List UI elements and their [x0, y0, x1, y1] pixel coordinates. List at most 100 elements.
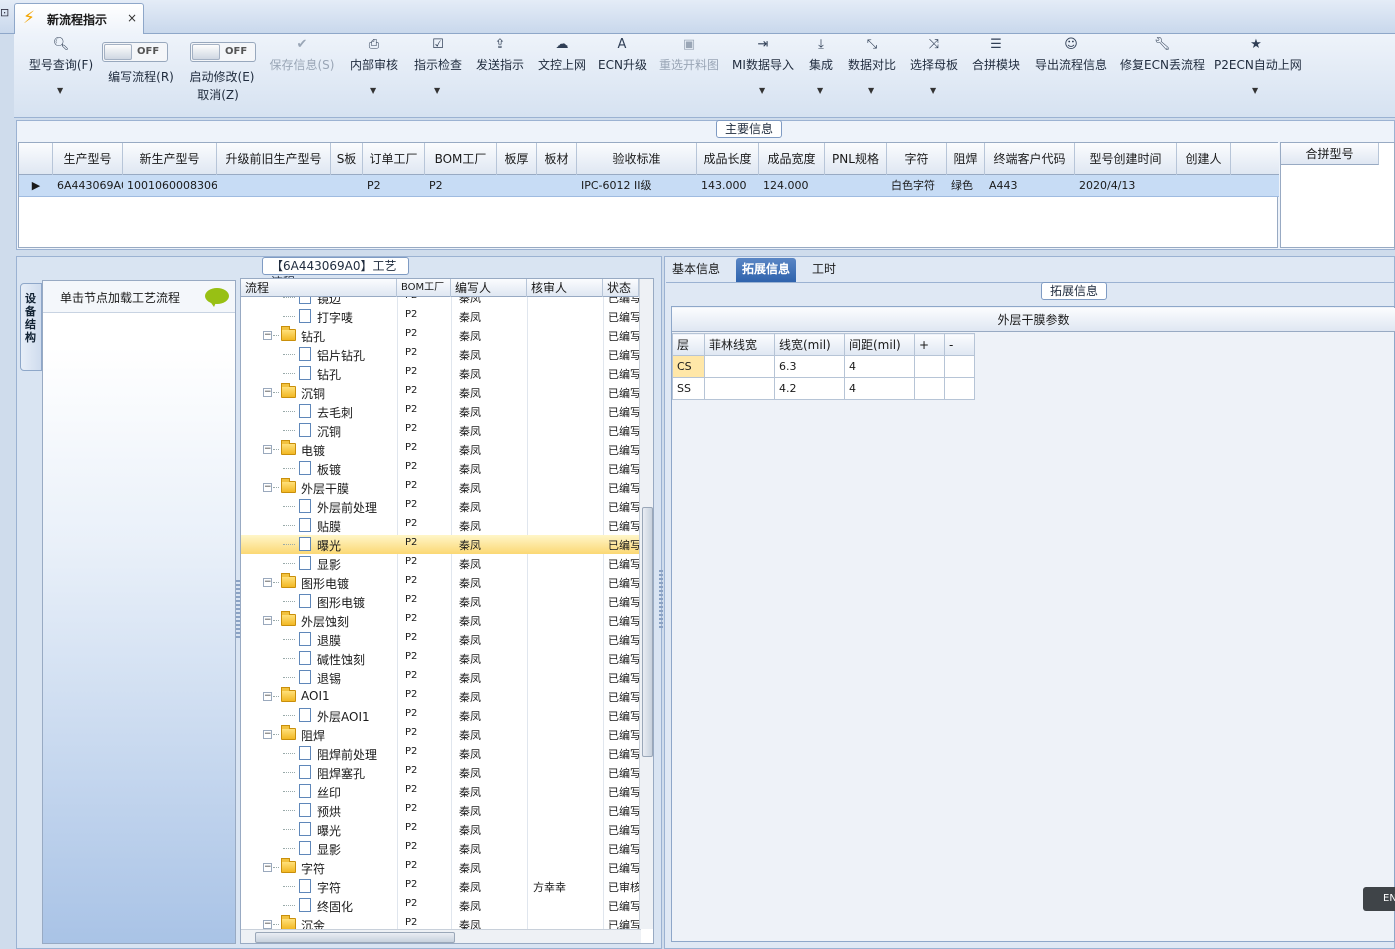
tab-new-flow[interactable]: ⚡ 新流程指示 × — [14, 3, 144, 34]
chevron-down-icon[interactable]: ▼ — [868, 86, 874, 95]
write-flow-label[interactable]: 编写流程(R) — [96, 68, 186, 88]
column-header[interactable]: PNL规格 — [825, 143, 887, 175]
collapse-icon[interactable]: − — [263, 730, 272, 739]
integrate-button[interactable]: ⤓ 集成 ▼ — [804, 34, 838, 114]
ecn-upgrade-button[interactable]: A ECN升级 — [598, 34, 647, 114]
column-header[interactable]: BOM工厂 — [425, 143, 497, 175]
column-header[interactable]: 型号创建时间 — [1075, 143, 1177, 175]
tree-row[interactable]: 外层AOI1 P2 秦凤 已编写 — [241, 706, 641, 725]
collapse-icon[interactable]: − — [263, 483, 272, 492]
remove-row-button[interactable]: - — [944, 333, 975, 356]
tree-row[interactable]: − 电镀 P2 秦凤 已编写 — [241, 440, 641, 459]
tree-row[interactable]: − 图形电镀 P2 秦凤 已编写 — [241, 573, 641, 592]
tree-row[interactable]: 阻焊前处理 P2 秦凤 已编写 — [241, 744, 641, 763]
column-header[interactable]: 字符 — [887, 143, 947, 175]
tree-row[interactable]: 字符 P2 秦凤 方幸幸 已审核 — [241, 877, 641, 896]
tree-row[interactable]: 预烘 P2 秦凤 已编写 — [241, 801, 641, 820]
tree-row[interactable]: 图形电镀 P2 秦凤 已编写 — [241, 592, 641, 611]
column-header[interactable]: 阻焊 — [947, 143, 985, 175]
chevron-down-icon[interactable]: ▼ — [434, 86, 440, 95]
column-header[interactable]: 成品长度 — [697, 143, 759, 175]
column-header[interactable]: 创建人 — [1177, 143, 1231, 175]
table-row[interactable]: SS 4.2 4 — [672, 377, 975, 400]
tree-row[interactable]: 曝光 P2 秦凤 已编写 — [241, 820, 641, 839]
data-compare-button[interactable]: ⤡ 数据对比 ▼ — [846, 34, 898, 114]
tree-row[interactable]: 钻孔 P2 秦凤 已编写 — [241, 364, 641, 383]
tree-row[interactable]: 去毛刺 P2 秦凤 已编写 — [241, 402, 641, 421]
tab-basic-info[interactable]: 基本信息 — [666, 258, 726, 282]
merge-module-button[interactable]: ☰ 合拼模块 — [970, 34, 1022, 114]
chevron-down-icon[interactable]: ▼ — [930, 86, 936, 95]
collapse-icon[interactable]: − — [263, 578, 272, 587]
collapse-icon[interactable]: − — [263, 616, 272, 625]
write-flow-toggle[interactable]: OFF — [102, 42, 168, 62]
tree-row[interactable]: − 字符 P2 秦凤 已编写 — [241, 858, 641, 877]
save-info-button[interactable]: ✔ 保存信息(S) — [266, 34, 338, 114]
chevron-down-icon[interactable]: ▼ — [817, 86, 823, 95]
table-row[interactable]: CS 6.3 4 — [672, 355, 975, 378]
export-flow-button[interactable]: ☺ 导出流程信息 — [1032, 34, 1110, 114]
close-icon[interactable]: × — [127, 11, 137, 25]
repair-ecn-button[interactable]: 🔧︎ 修复ECN丢流程 — [1120, 34, 1205, 114]
add-row-button[interactable]: + — [914, 333, 945, 356]
grid-corner[interactable] — [19, 143, 53, 175]
start-modify-label[interactable]: 启动修改(E) — [182, 68, 262, 88]
tree-row[interactable]: 铝片钻孔 P2 秦凤 已编写 — [241, 345, 641, 364]
tree-row[interactable]: 沉铜 P2 秦凤 已编写 — [241, 421, 641, 440]
collapse-icon[interactable]: − — [263, 692, 272, 701]
tab-work-hours[interactable]: 工时 — [806, 258, 842, 282]
tree-row[interactable]: 退膜 P2 秦凤 已编写 — [241, 630, 641, 649]
tree-row[interactable]: − 外层蚀刻 P2 秦凤 已编写 — [241, 611, 641, 630]
chevron-down-icon[interactable]: ▼ — [1252, 86, 1258, 95]
tree-row[interactable]: − 沉金 P2 秦凤 已编写 — [241, 915, 641, 929]
cancel-button[interactable]: 取消(Z) — [182, 86, 254, 106]
tree-row[interactable]: 丝印 P2 秦凤 已编写 — [241, 782, 641, 801]
column-header[interactable]: 成品宽度 — [759, 143, 825, 175]
check-instruction-button[interactable]: ☑ 指示检查 ▼ — [412, 34, 464, 114]
tree-row[interactable]: − AOI1 P2 秦凤 已编写 — [241, 687, 641, 706]
tree-row[interactable]: 板镀 P2 秦凤 已编写 — [241, 459, 641, 478]
column-header[interactable]: 终端客户代码 — [985, 143, 1075, 175]
column-header[interactable]: 板材 — [537, 143, 577, 175]
tree-row[interactable]: 碱性蚀刻 P2 秦凤 已编写 — [241, 649, 641, 668]
tree-row[interactable]: 显影 P2 秦凤 已编写 — [241, 554, 641, 573]
column-header[interactable]: S板 — [331, 143, 363, 175]
column-header[interactable]: 升级前旧生产型号 — [217, 143, 331, 175]
start-modify-toggle[interactable]: OFF — [190, 42, 256, 62]
chevron-down-icon[interactable]: ▼ — [57, 86, 63, 95]
column-header[interactable]: 板厚 — [497, 143, 537, 175]
collapse-icon[interactable]: − — [263, 863, 272, 872]
collapse-icon[interactable]: − — [263, 331, 272, 340]
column-header[interactable]: 生产型号 — [53, 143, 123, 175]
tree-row[interactable]: 打字唛 P2 秦凤 已编写 — [241, 307, 641, 326]
tree-row[interactable]: 阻焊塞孔 P2 秦凤 已编写 — [241, 763, 641, 782]
tab-extended-info[interactable]: 拓展信息 — [736, 258, 797, 282]
send-instruction-button[interactable]: ⇪ 发送指示 — [474, 34, 526, 114]
doc-upload-button[interactable]: ☁ 文控上网 — [536, 34, 588, 114]
tree-row[interactable]: − 沉铜 P2 秦凤 已编写 — [241, 383, 641, 402]
tree-row[interactable]: − 钻孔 P2 秦凤 已编写 — [241, 326, 641, 345]
p2ecn-auto-button[interactable]: ★ P2ECN自动上网 ▼ — [1214, 34, 1302, 114]
tree-row[interactable]: 曝光 P2 秦凤 已编写 — [241, 535, 641, 554]
table-row[interactable]: ▶ 6A443069A0 10010600083063 P2 P2 IPC-60… — [19, 175, 1279, 197]
horizontal-scrollbar[interactable] — [241, 929, 641, 943]
tree-row[interactable]: 终固化 P2 秦凤 已编写 — [241, 896, 641, 915]
model-query-button[interactable]: 🔍︎ 型号查询(F) ▼ — [20, 34, 102, 114]
mi-import-button[interactable]: ⇥ MI数据导入 ▼ — [732, 34, 794, 114]
vertical-scrollbar[interactable] — [639, 279, 653, 929]
tree-row[interactable]: 显影 P2 秦凤 已编写 — [241, 839, 641, 858]
column-header[interactable]: 订单工厂 — [363, 143, 425, 175]
tree-row[interactable]: 退锡 P2 秦凤 已编写 — [241, 668, 641, 687]
reselect-drawing-button[interactable]: ▣ 重选开料图 — [656, 34, 722, 114]
collapse-icon[interactable]: − — [263, 388, 272, 397]
tab-equipment-structure[interactable]: 设备结构 — [20, 283, 42, 371]
tree-row[interactable]: 镜边P2秦凤已编写 — [241, 297, 641, 307]
internal-review-button[interactable]: ⎙ 内部审核 ▼ — [348, 34, 400, 114]
column-header[interactable]: 验收标准 — [577, 143, 697, 175]
tree-row[interactable]: 外层前处理 P2 秦凤 已编写 — [241, 497, 641, 516]
collapse-icon[interactable]: − — [263, 445, 272, 454]
collapse-icon[interactable]: − — [263, 920, 272, 929]
tree-row[interactable]: − 外层干膜 P2 秦凤 已编写 — [241, 478, 641, 497]
merge-model-list[interactable]: 合拼型号 — [1280, 142, 1395, 248]
chevron-down-icon[interactable]: ▼ — [759, 86, 765, 95]
